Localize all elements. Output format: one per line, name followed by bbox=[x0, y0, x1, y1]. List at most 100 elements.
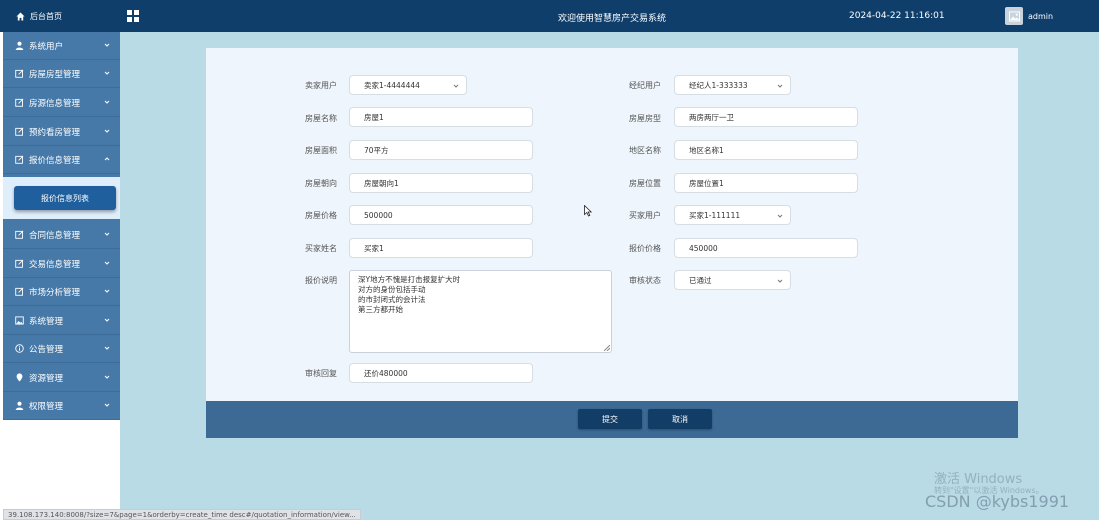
sidebar-item-label: 权限管理 bbox=[29, 401, 64, 412]
sidebar-item-house-info[interactable]: 房源信息管理 bbox=[3, 89, 120, 117]
sidebar-item-contract[interactable]: 合同信息管理 bbox=[3, 221, 120, 249]
resize-handle-icon[interactable] bbox=[604, 345, 610, 351]
sidebar-item-label: 市场分析管理 bbox=[29, 287, 81, 298]
sidebar-item-permission[interactable]: 权限管理 bbox=[3, 392, 120, 420]
sidebar-subitem-quotation-list[interactable]: 报价信息列表 bbox=[14, 186, 116, 210]
user-icon bbox=[15, 41, 24, 50]
cancel-button[interactable]: 取消 bbox=[648, 409, 712, 429]
buyer-name-input[interactable]: 买家1 bbox=[349, 238, 533, 258]
sidebar-item-label: 资源管理 bbox=[29, 373, 64, 384]
sidebar-item-label: 预约看房管理 bbox=[29, 127, 81, 138]
image-icon bbox=[1008, 10, 1020, 22]
chevron-down-icon bbox=[104, 71, 110, 75]
edit-icon bbox=[15, 287, 24, 296]
chevron-down-icon bbox=[104, 375, 110, 379]
datetime: 2024-04-22 11:16:01 bbox=[849, 11, 945, 21]
edit-icon bbox=[15, 155, 24, 164]
sidebar-item-resource[interactable]: 资源管理 bbox=[3, 364, 120, 392]
review-status-label: 审核状态 bbox=[629, 276, 661, 285]
location-input[interactable]: 房屋位置1 bbox=[674, 173, 858, 193]
avatar[interactable] bbox=[1005, 7, 1023, 25]
pin-icon bbox=[15, 373, 24, 382]
edit-icon bbox=[15, 230, 24, 239]
location-value: 房屋位置1 bbox=[689, 178, 724, 188]
orientation-label: 房屋朝向 bbox=[305, 179, 337, 188]
review-reply-input[interactable]: 还价480000 bbox=[349, 363, 533, 383]
edit-icon bbox=[15, 98, 24, 107]
sidebar-item-label: 合同信息管理 bbox=[29, 230, 81, 241]
sidebar-item-label: 报价信息管理 bbox=[29, 155, 81, 166]
sidebar-item-notice[interactable]: 公告管理 bbox=[3, 335, 120, 363]
agent-user-value: 经纪人1-333333 bbox=[689, 80, 748, 90]
sidebar: 系统用户 房屋房型管理 房源信息管理 预约看房管理 报价信息管理 报价信息列表 … bbox=[3, 32, 120, 420]
review-reply-label: 审核回复 bbox=[305, 369, 337, 378]
user-icon bbox=[15, 401, 24, 410]
seller-user-value: 卖家1-4444444 bbox=[364, 80, 420, 90]
chevron-down-icon bbox=[453, 84, 459, 88]
sidebar-item-transaction[interactable]: 交易信息管理 bbox=[3, 250, 120, 278]
review-status-select[interactable]: 已通过 bbox=[674, 270, 791, 290]
sidebar-item-label: 房源信息管理 bbox=[29, 98, 81, 109]
agent-user-label: 经纪用户 bbox=[629, 81, 661, 90]
submenu: 报价信息列表 bbox=[3, 177, 120, 219]
offer-desc-label: 报价说明 bbox=[305, 276, 337, 285]
chevron-down-icon bbox=[777, 84, 783, 88]
chevron-down-icon bbox=[104, 403, 110, 407]
seller-user-select[interactable]: 卖家1-4444444 bbox=[349, 75, 467, 95]
house-area-value: 70平方 bbox=[364, 145, 389, 155]
username[interactable]: admin bbox=[1028, 12, 1053, 21]
orientation-input[interactable]: 房屋朝向1 bbox=[349, 173, 533, 193]
offer-price-value: 450000 bbox=[689, 243, 718, 253]
chevron-down-icon bbox=[104, 129, 110, 133]
house-type-input[interactable]: 两房两厅一卫 bbox=[674, 107, 858, 127]
sidebar-item-house-type[interactable]: 房屋房型管理 bbox=[3, 60, 120, 88]
region-name-label: 地区名称 bbox=[629, 146, 661, 155]
chevron-down-icon bbox=[104, 232, 110, 236]
buyer-user-select[interactable]: 买家1-111111 bbox=[674, 205, 791, 225]
buyer-user-value: 买家1-111111 bbox=[689, 210, 741, 220]
house-name-input[interactable]: 房屋1 bbox=[349, 107, 533, 127]
sidebar-item-system[interactable]: 系统管理 bbox=[3, 307, 120, 335]
sidebar-footer bbox=[0, 420, 120, 520]
sidebar-item-system-users[interactable]: 系统用户 bbox=[3, 32, 120, 60]
sidebar-item-viewing[interactable]: 预约看房管理 bbox=[3, 118, 120, 146]
seller-user-label: 卖家用户 bbox=[305, 81, 337, 90]
chevron-down-icon bbox=[104, 289, 110, 293]
chevron-down-icon bbox=[104, 261, 110, 265]
chevron-down-icon bbox=[104, 346, 110, 350]
edit-icon bbox=[15, 69, 24, 78]
location-label: 房屋位置 bbox=[629, 179, 661, 188]
house-price-label: 房屋价格 bbox=[305, 211, 337, 220]
offer-desc-textarea[interactable]: 深Y地方不愧是打击报复扩大时 对方的身份包括手动 的市封闭式的会计法 第三方都开… bbox=[349, 270, 612, 353]
house-area-input[interactable]: 70平方 bbox=[349, 140, 533, 160]
chevron-down-icon bbox=[104, 100, 110, 104]
sidebar-item-market[interactable]: 市场分析管理 bbox=[3, 278, 120, 306]
sidebar-item-label: 交易信息管理 bbox=[29, 259, 81, 270]
sidebar-item-quotation[interactable]: 报价信息管理 bbox=[3, 146, 120, 174]
house-area-label: 房屋面积 bbox=[305, 146, 337, 155]
review-status-value: 已通过 bbox=[689, 275, 712, 285]
house-price-input[interactable]: 500000 bbox=[349, 205, 533, 225]
chevron-down-icon bbox=[777, 214, 783, 218]
chevron-down-icon bbox=[104, 318, 110, 322]
region-name-input[interactable]: 地区名称1 bbox=[674, 140, 858, 160]
buyer-name-value: 买家1 bbox=[364, 243, 384, 253]
edit-icon bbox=[15, 127, 24, 136]
buyer-user-label: 买家用户 bbox=[629, 211, 661, 220]
house-name-label: 房屋名称 bbox=[305, 114, 337, 123]
mouse-cursor-icon bbox=[584, 205, 592, 217]
sidebar-item-label: 公告管理 bbox=[29, 344, 64, 355]
info-icon bbox=[15, 344, 24, 353]
agent-user-select[interactable]: 经纪人1-333333 bbox=[674, 75, 791, 95]
submit-button[interactable]: 提交 bbox=[578, 409, 642, 429]
chevron-down-icon bbox=[104, 43, 110, 47]
chevron-up-icon bbox=[104, 157, 110, 161]
sidebar-item-label: 房屋房型管理 bbox=[29, 69, 81, 80]
house-type-value: 两房两厅一卫 bbox=[689, 112, 734, 122]
top-bar: 后台首页 欢迎使用智慧房产交易系统 2024-04-22 11:16:01 ad… bbox=[0, 0, 1099, 32]
offer-price-input[interactable]: 450000 bbox=[674, 238, 858, 258]
review-reply-value: 还价480000 bbox=[364, 368, 408, 378]
region-name-value: 地区名称1 bbox=[689, 145, 724, 155]
house-type-label: 房屋房型 bbox=[629, 114, 661, 123]
edit-icon bbox=[15, 259, 24, 268]
